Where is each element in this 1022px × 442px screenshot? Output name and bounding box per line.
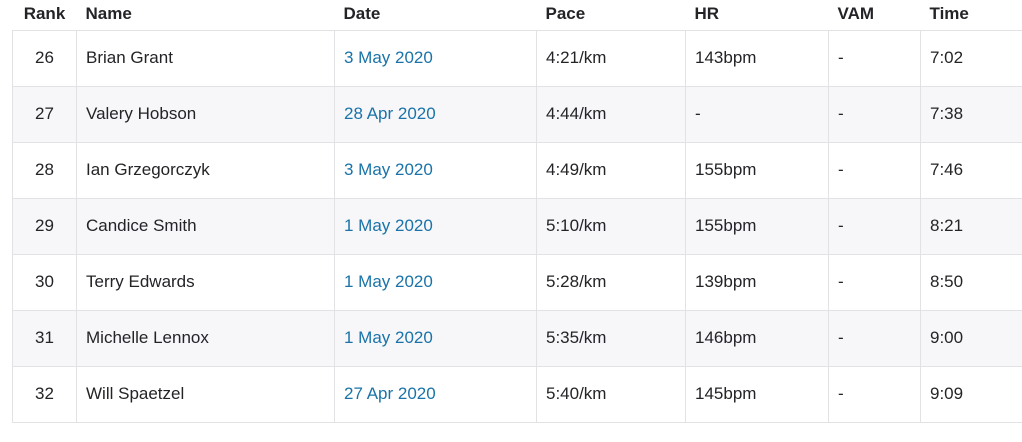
hr-cell: 145bpm (685, 366, 829, 423)
rank-cell: 31 (12, 310, 77, 367)
athlete-name-cell: Candice Smith (76, 198, 335, 255)
athlete-name-cell: Will Spaetzel (76, 366, 335, 423)
hr-cell: 139bpm (685, 254, 829, 311)
vam-cell: - (828, 30, 921, 87)
date-cell: 1 May 2020 (334, 198, 537, 255)
table-row: 29 Candice Smith 1 May 2020 5:10/km 155b… (12, 198, 1022, 255)
table-row: 31 Michelle Lennox 1 May 2020 5:35/km 14… (12, 310, 1022, 367)
athlete-name[interactable]: Valery Hobson (86, 104, 196, 123)
athlete-name-cell: Valery Hobson (76, 86, 335, 143)
athlete-name-cell: Terry Edwards (76, 254, 335, 311)
header-vam: VAM (828, 0, 921, 31)
rank-cell: 30 (12, 254, 77, 311)
time-cell: 8:50 (920, 254, 1022, 311)
table-header: Rank Name Date Pace HR VAM Time (12, 0, 1022, 31)
leaderboard-table: Rank Name Date Pace HR VAM Time 26 Brian… (12, 0, 1022, 423)
header-rank: Rank (12, 0, 77, 31)
date-cell: 1 May 2020 (334, 254, 537, 311)
vam-cell: - (828, 198, 921, 255)
time-cell: 9:09 (920, 366, 1022, 423)
activity-date-link[interactable]: 1 May 2020 (344, 272, 433, 291)
header-name: Name (76, 0, 335, 31)
header-hr: HR (685, 0, 829, 31)
activity-date-link[interactable]: 28 Apr 2020 (344, 104, 436, 123)
hr-cell: 155bpm (685, 198, 829, 255)
vam-cell: - (828, 254, 921, 311)
athlete-name[interactable]: Ian Grzegorczyk (86, 160, 210, 179)
table-body: 26 Brian Grant 3 May 2020 4:21/km 143bpm… (12, 30, 1022, 423)
activity-date-link[interactable]: 3 May 2020 (344, 160, 433, 179)
athlete-name[interactable]: Michelle Lennox (86, 328, 209, 347)
header-pace: Pace (536, 0, 686, 31)
rank-cell: 26 (12, 30, 77, 87)
date-cell: 3 May 2020 (334, 142, 537, 199)
table-row: 27 Valery Hobson 28 Apr 2020 4:44/km - -… (12, 86, 1022, 143)
date-cell: 1 May 2020 (334, 310, 537, 367)
vam-cell: - (828, 310, 921, 367)
rank-cell: 28 (12, 142, 77, 199)
table-row: 28 Ian Grzegorczyk 3 May 2020 4:49/km 15… (12, 142, 1022, 199)
pace-cell: 4:44/km (536, 86, 686, 143)
vam-cell: - (828, 142, 921, 199)
pace-cell: 5:10/km (536, 198, 686, 255)
hr-cell: 146bpm (685, 310, 829, 367)
athlete-name[interactable]: Will Spaetzel (86, 384, 184, 403)
table-row: 32 Will Spaetzel 27 Apr 2020 5:40/km 145… (12, 366, 1022, 423)
time-cell: 8:21 (920, 198, 1022, 255)
activity-date-link[interactable]: 3 May 2020 (344, 48, 433, 67)
header-time: Time (920, 0, 1022, 31)
athlete-name-cell: Ian Grzegorczyk (76, 142, 335, 199)
segment-leaderboard: Rank Name Date Pace HR VAM Time 26 Brian… (12, 0, 1022, 423)
hr-cell: 155bpm (685, 142, 829, 199)
time-cell: 7:02 (920, 30, 1022, 87)
activity-date-link[interactable]: 27 Apr 2020 (344, 384, 436, 403)
time-cell: 7:46 (920, 142, 1022, 199)
pace-cell: 4:49/km (536, 142, 686, 199)
athlete-name[interactable]: Brian Grant (86, 48, 173, 67)
table-row: 30 Terry Edwards 1 May 2020 5:28/km 139b… (12, 254, 1022, 311)
hr-cell: - (685, 86, 829, 143)
time-cell: 7:38 (920, 86, 1022, 143)
vam-cell: - (828, 86, 921, 143)
athlete-name-cell: Brian Grant (76, 30, 335, 87)
athlete-name[interactable]: Terry Edwards (86, 272, 195, 291)
date-cell: 27 Apr 2020 (334, 366, 537, 423)
date-cell: 3 May 2020 (334, 30, 537, 87)
rank-cell: 32 (12, 366, 77, 423)
activity-date-link[interactable]: 1 May 2020 (344, 216, 433, 235)
pace-cell: 5:35/km (536, 310, 686, 367)
activity-date-link[interactable]: 1 May 2020 (344, 328, 433, 347)
rank-cell: 29 (12, 198, 77, 255)
athlete-name-cell: Michelle Lennox (76, 310, 335, 367)
vam-cell: - (828, 366, 921, 423)
pace-cell: 4:21/km (536, 30, 686, 87)
pace-cell: 5:28/km (536, 254, 686, 311)
table-row: 26 Brian Grant 3 May 2020 4:21/km 143bpm… (12, 30, 1022, 87)
time-cell: 9:00 (920, 310, 1022, 367)
athlete-name[interactable]: Candice Smith (86, 216, 197, 235)
date-cell: 28 Apr 2020 (334, 86, 537, 143)
rank-cell: 27 (12, 86, 77, 143)
pace-cell: 5:40/km (536, 366, 686, 423)
hr-cell: 143bpm (685, 30, 829, 87)
header-date: Date (334, 0, 537, 31)
header-row: Rank Name Date Pace HR VAM Time (12, 0, 1022, 31)
